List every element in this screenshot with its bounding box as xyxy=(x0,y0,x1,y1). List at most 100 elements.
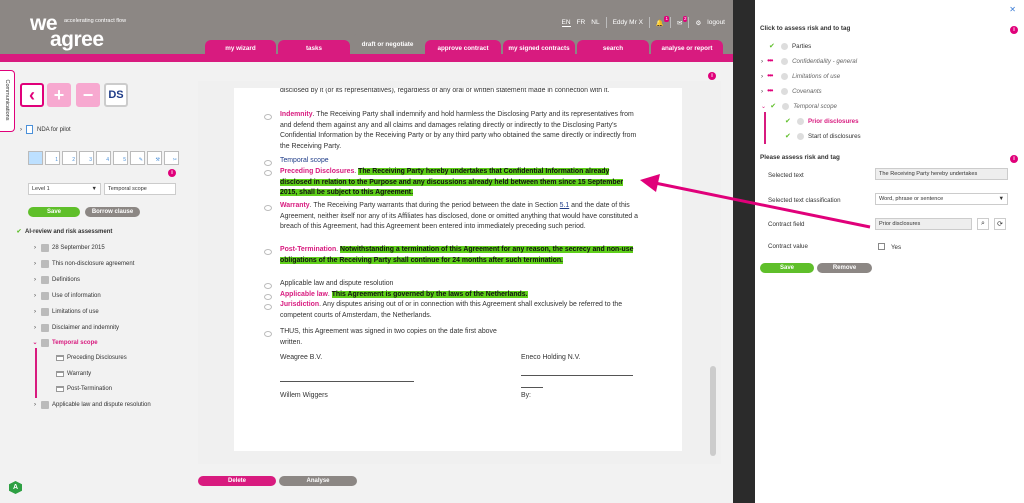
tree-root[interactable]: ✔ AI-review and risk assessment xyxy=(16,226,112,237)
logout-link[interactable]: logout xyxy=(707,19,725,26)
cube-icon xyxy=(41,259,49,268)
analyse-button[interactable]: Analyse xyxy=(279,476,357,486)
pencil-icon[interactable]: ✎ xyxy=(130,151,145,165)
check-icon: ✔ xyxy=(785,118,791,125)
info-icon[interactable]: i xyxy=(1010,26,1018,34)
tag-item[interactable]: › ••• Confidentiality - general xyxy=(761,56,857,66)
info-icon[interactable]: i xyxy=(708,72,716,80)
cube-icon[interactable] xyxy=(28,151,43,165)
tab-my-wizard[interactable]: my wizard xyxy=(205,40,276,54)
signer-1: Willem Wiggers xyxy=(280,392,328,399)
tree-child[interactable]: Warranty xyxy=(56,368,91,379)
classification-select[interactable]: Word, phrase or sentence ▼ xyxy=(875,193,1008,205)
back-button[interactable]: ‹ xyxy=(20,83,44,107)
document-item[interactable]: › NDA for pilot xyxy=(20,125,71,134)
tree-item[interactable]: › Disclaimer and indemnity xyxy=(32,322,119,333)
search-icon[interactable]: ⌕ xyxy=(977,218,989,230)
document-scrollbar[interactable] xyxy=(710,81,716,464)
tree-item[interactable]: › Use of information xyxy=(32,290,101,301)
paragraph-jurisdiction: Jurisdiction. Any disputes arising out o… xyxy=(280,301,623,319)
delete-button[interactable]: Delete xyxy=(198,476,276,486)
add-button[interactable]: + xyxy=(47,83,71,107)
chevron-down-icon: ⌄ xyxy=(32,340,38,346)
avatar[interactable]: A xyxy=(9,481,22,494)
tab-my-signed-contracts[interactable]: my signed contracts xyxy=(503,40,575,54)
info-icon[interactable]: i xyxy=(1010,155,1018,163)
tree-item[interactable]: › This non-disclosure agreement xyxy=(32,258,134,269)
level-3-icon[interactable]: 3 xyxy=(79,151,94,165)
comment-icon[interactable] xyxy=(264,205,272,211)
paragraph-applicable-law[interactable]: Applicable law. This Agreement is govern… xyxy=(280,290,640,301)
tag-item[interactable]: ✔ Start of disclosures xyxy=(785,131,861,141)
comment-icon[interactable] xyxy=(264,331,272,337)
radio-icon xyxy=(781,57,789,65)
highlighted-clause[interactable]: This Agreement is governed by the laws o… xyxy=(331,291,528,298)
tree-item[interactable]: › Definitions xyxy=(32,274,80,285)
contract-field-input[interactable]: Prior disclosures xyxy=(875,218,972,230)
yes-checkbox[interactable] xyxy=(878,243,885,250)
tree-child[interactable]: Preceding Disclosures xyxy=(56,352,127,363)
comment-icon[interactable] xyxy=(264,304,272,310)
tree-child[interactable]: Post-Termination xyxy=(56,383,112,394)
party-1: Weagree B.V. xyxy=(280,354,323,361)
level-5-icon[interactable]: 5 xyxy=(113,151,128,165)
level-4-icon[interactable]: 4 xyxy=(96,151,111,165)
lang-fr[interactable]: FR xyxy=(577,19,586,26)
clause-name-input[interactable]: Temporal scope xyxy=(104,183,176,195)
cube-icon xyxy=(41,243,49,252)
paragraph-preceding-disclosures[interactable]: Preceding Disclosures. The Receiving Par… xyxy=(280,167,640,199)
page-icon xyxy=(56,385,64,392)
remove-button[interactable]: − xyxy=(76,83,100,107)
tag-item-temporal-scope[interactable]: ⌄ ✔ Temporal scope xyxy=(761,101,837,111)
comment-icon[interactable] xyxy=(264,283,272,289)
level-1-icon[interactable]: 1 xyxy=(45,151,60,165)
borrow-clause-button[interactable]: Borrow clause xyxy=(85,207,140,217)
lang-en[interactable]: EN xyxy=(561,19,571,27)
comment-icon[interactable] xyxy=(264,249,272,255)
tree-item-temporal-scope[interactable]: ⌄ Temporal scope xyxy=(32,337,98,348)
ds-logo-button[interactable]: DS xyxy=(104,83,128,107)
tab-approve-contract[interactable]: approve contract xyxy=(425,40,501,54)
comment-icon[interactable] xyxy=(264,170,272,176)
section-link[interactable]: 5.1 xyxy=(560,202,570,209)
tag-remove-button[interactable]: Remove xyxy=(817,263,872,273)
close-icon[interactable]: ✕ xyxy=(1009,5,1016,14)
cube-icon xyxy=(41,307,49,316)
tab-tasks[interactable]: tasks xyxy=(278,40,350,54)
bell-icon[interactable]: 🔔 1 xyxy=(656,15,669,27)
ds-logo-icon: DS xyxy=(108,89,124,101)
tree-item[interactable]: › Applicable law and dispute resolution xyxy=(32,399,151,410)
tree-item[interactable]: › 28 September 2015 xyxy=(32,242,105,253)
mail-icon[interactable]: ✉ 2 xyxy=(677,15,688,27)
level-2-icon[interactable]: 2 xyxy=(62,151,77,165)
paragraph-post-termination[interactable]: Post-Termination. Notwithstanding a term… xyxy=(280,245,640,266)
tab-analyse-or-report[interactable]: analyse or report xyxy=(651,40,723,54)
tab-draft-or-negotiate[interactable]: draft or negotiate xyxy=(352,34,423,54)
divider xyxy=(605,17,607,28)
comment-icon[interactable] xyxy=(264,160,272,166)
user-name[interactable]: Eddy Mr X xyxy=(613,19,643,26)
tag-item-prior-disclosures[interactable]: ✔ Prior disclosures xyxy=(785,116,859,126)
comment-icon[interactable] xyxy=(264,114,272,120)
mail-badge: 2 xyxy=(682,15,688,22)
tag-item[interactable]: › ••• Covenants xyxy=(761,86,822,96)
caret-down-icon: ▼ xyxy=(998,196,1004,202)
tools-icon[interactable]: ✂ xyxy=(164,151,179,165)
hammer-icon[interactable]: ⚒ xyxy=(147,151,162,165)
refresh-icon[interactable]: ⟳ xyxy=(994,218,1006,230)
level-select[interactable]: Level 1 ▼ xyxy=(28,183,101,195)
divider xyxy=(648,17,650,28)
tag-item[interactable]: ✔ Parties xyxy=(769,41,811,51)
tree-item[interactable]: › Limitations of use xyxy=(32,306,99,317)
info-icon[interactable]: i xyxy=(168,169,176,177)
scroll-thumb[interactable] xyxy=(710,366,716,456)
tab-search[interactable]: search xyxy=(577,40,649,54)
save-button[interactable]: Save xyxy=(28,207,80,217)
comment-icon[interactable] xyxy=(264,294,272,300)
tag-item[interactable]: › ••• Limitations of use xyxy=(761,71,840,81)
heading-temporal-scope: Temporal scope xyxy=(280,157,329,164)
gear-icon[interactable]: ⚙ xyxy=(695,19,701,27)
tag-save-button[interactable]: Save xyxy=(760,263,814,273)
communications-tab[interactable]: Communications xyxy=(0,70,15,132)
lang-nl[interactable]: NL xyxy=(591,19,599,26)
